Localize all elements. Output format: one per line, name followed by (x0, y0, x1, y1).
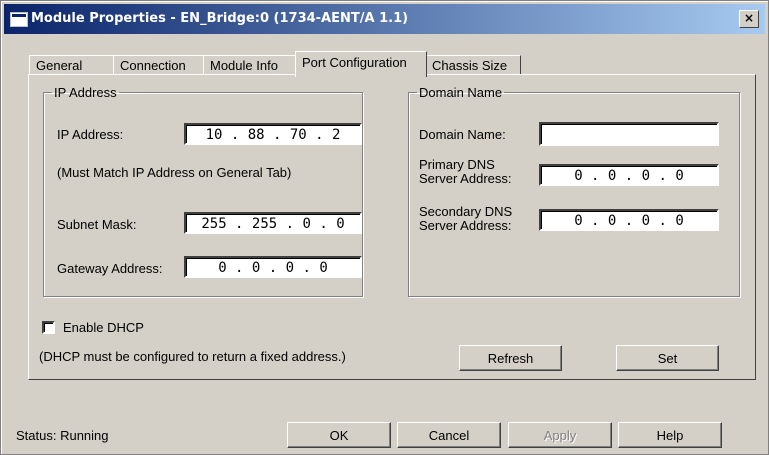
tab-connection[interactable]: Connection (113, 55, 205, 76)
primary-dns-label-line1: Primary DNS (419, 157, 495, 172)
apply-button[interactable]: Apply (508, 422, 612, 448)
close-button[interactable]: × (739, 10, 759, 28)
module-properties-dialog: Module Properties - EN_Bridge:0 (1734-AE… (0, 0, 769, 455)
enable-dhcp-label[interactable]: Enable DHCP (63, 320, 144, 335)
tab-chassis-size[interactable]: Chassis Size (425, 55, 521, 76)
set-button[interactable]: Set (616, 345, 719, 371)
domain-name-group-legend: Domain Name (419, 85, 503, 100)
secondary-dns-label-line1: Secondary DNS (419, 204, 513, 219)
domain-name-label: Domain Name: (419, 127, 506, 142)
primary-dns-field[interactable]: 0 . 0 . 0 . 0 (539, 164, 719, 186)
tab-port-configuration[interactable]: Port Configuration (295, 51, 427, 77)
domain-name-group: Domain Name (408, 85, 740, 297)
tab-general[interactable]: General (29, 55, 115, 76)
domain-name-field[interactable] (539, 122, 719, 146)
window-icon (10, 12, 28, 27)
help-button[interactable]: Help (618, 422, 722, 448)
secondary-dns-field[interactable]: 0 . 0 . 0 . 0 (539, 209, 719, 231)
dhcp-note: (DHCP must be configured to return a fix… (39, 349, 346, 364)
ip-address-label: IP Address: (57, 127, 124, 142)
port-configuration-panel: IP Address IP Address: 10 . 88 . 70 . 2 … (28, 74, 756, 380)
ip-address-group-legend: IP Address (54, 85, 117, 100)
ok-button[interactable]: OK (287, 422, 391, 448)
window-title: Module Properties - EN_Bridge:0 (1734-AE… (31, 11, 409, 26)
subnet-mask-field[interactable]: 255 . 255 . 0 . 0 (184, 212, 362, 234)
enable-dhcp-checkbox[interactable] (42, 321, 55, 334)
gateway-address-field[interactable]: 0 . 0 . 0 . 0 (184, 256, 362, 278)
ip-address-field[interactable]: 10 . 88 . 70 . 2 (184, 123, 362, 145)
cancel-button[interactable]: Cancel (397, 422, 501, 448)
ip-match-note: (Must Match IP Address on General Tab) (57, 165, 292, 180)
refresh-button[interactable]: Refresh (459, 345, 562, 371)
gateway-address-label: Gateway Address: (57, 261, 163, 276)
primary-dns-label-line2: Server Address: (419, 171, 512, 186)
tab-module-info[interactable]: Module Info (203, 55, 299, 76)
title-bar[interactable]: Module Properties - EN_Bridge:0 (1734-AE… (4, 4, 765, 34)
subnet-mask-label: Subnet Mask: (57, 217, 137, 232)
status-text: Status: Running (16, 428, 109, 443)
secondary-dns-label-line2: Server Address: (419, 218, 512, 233)
